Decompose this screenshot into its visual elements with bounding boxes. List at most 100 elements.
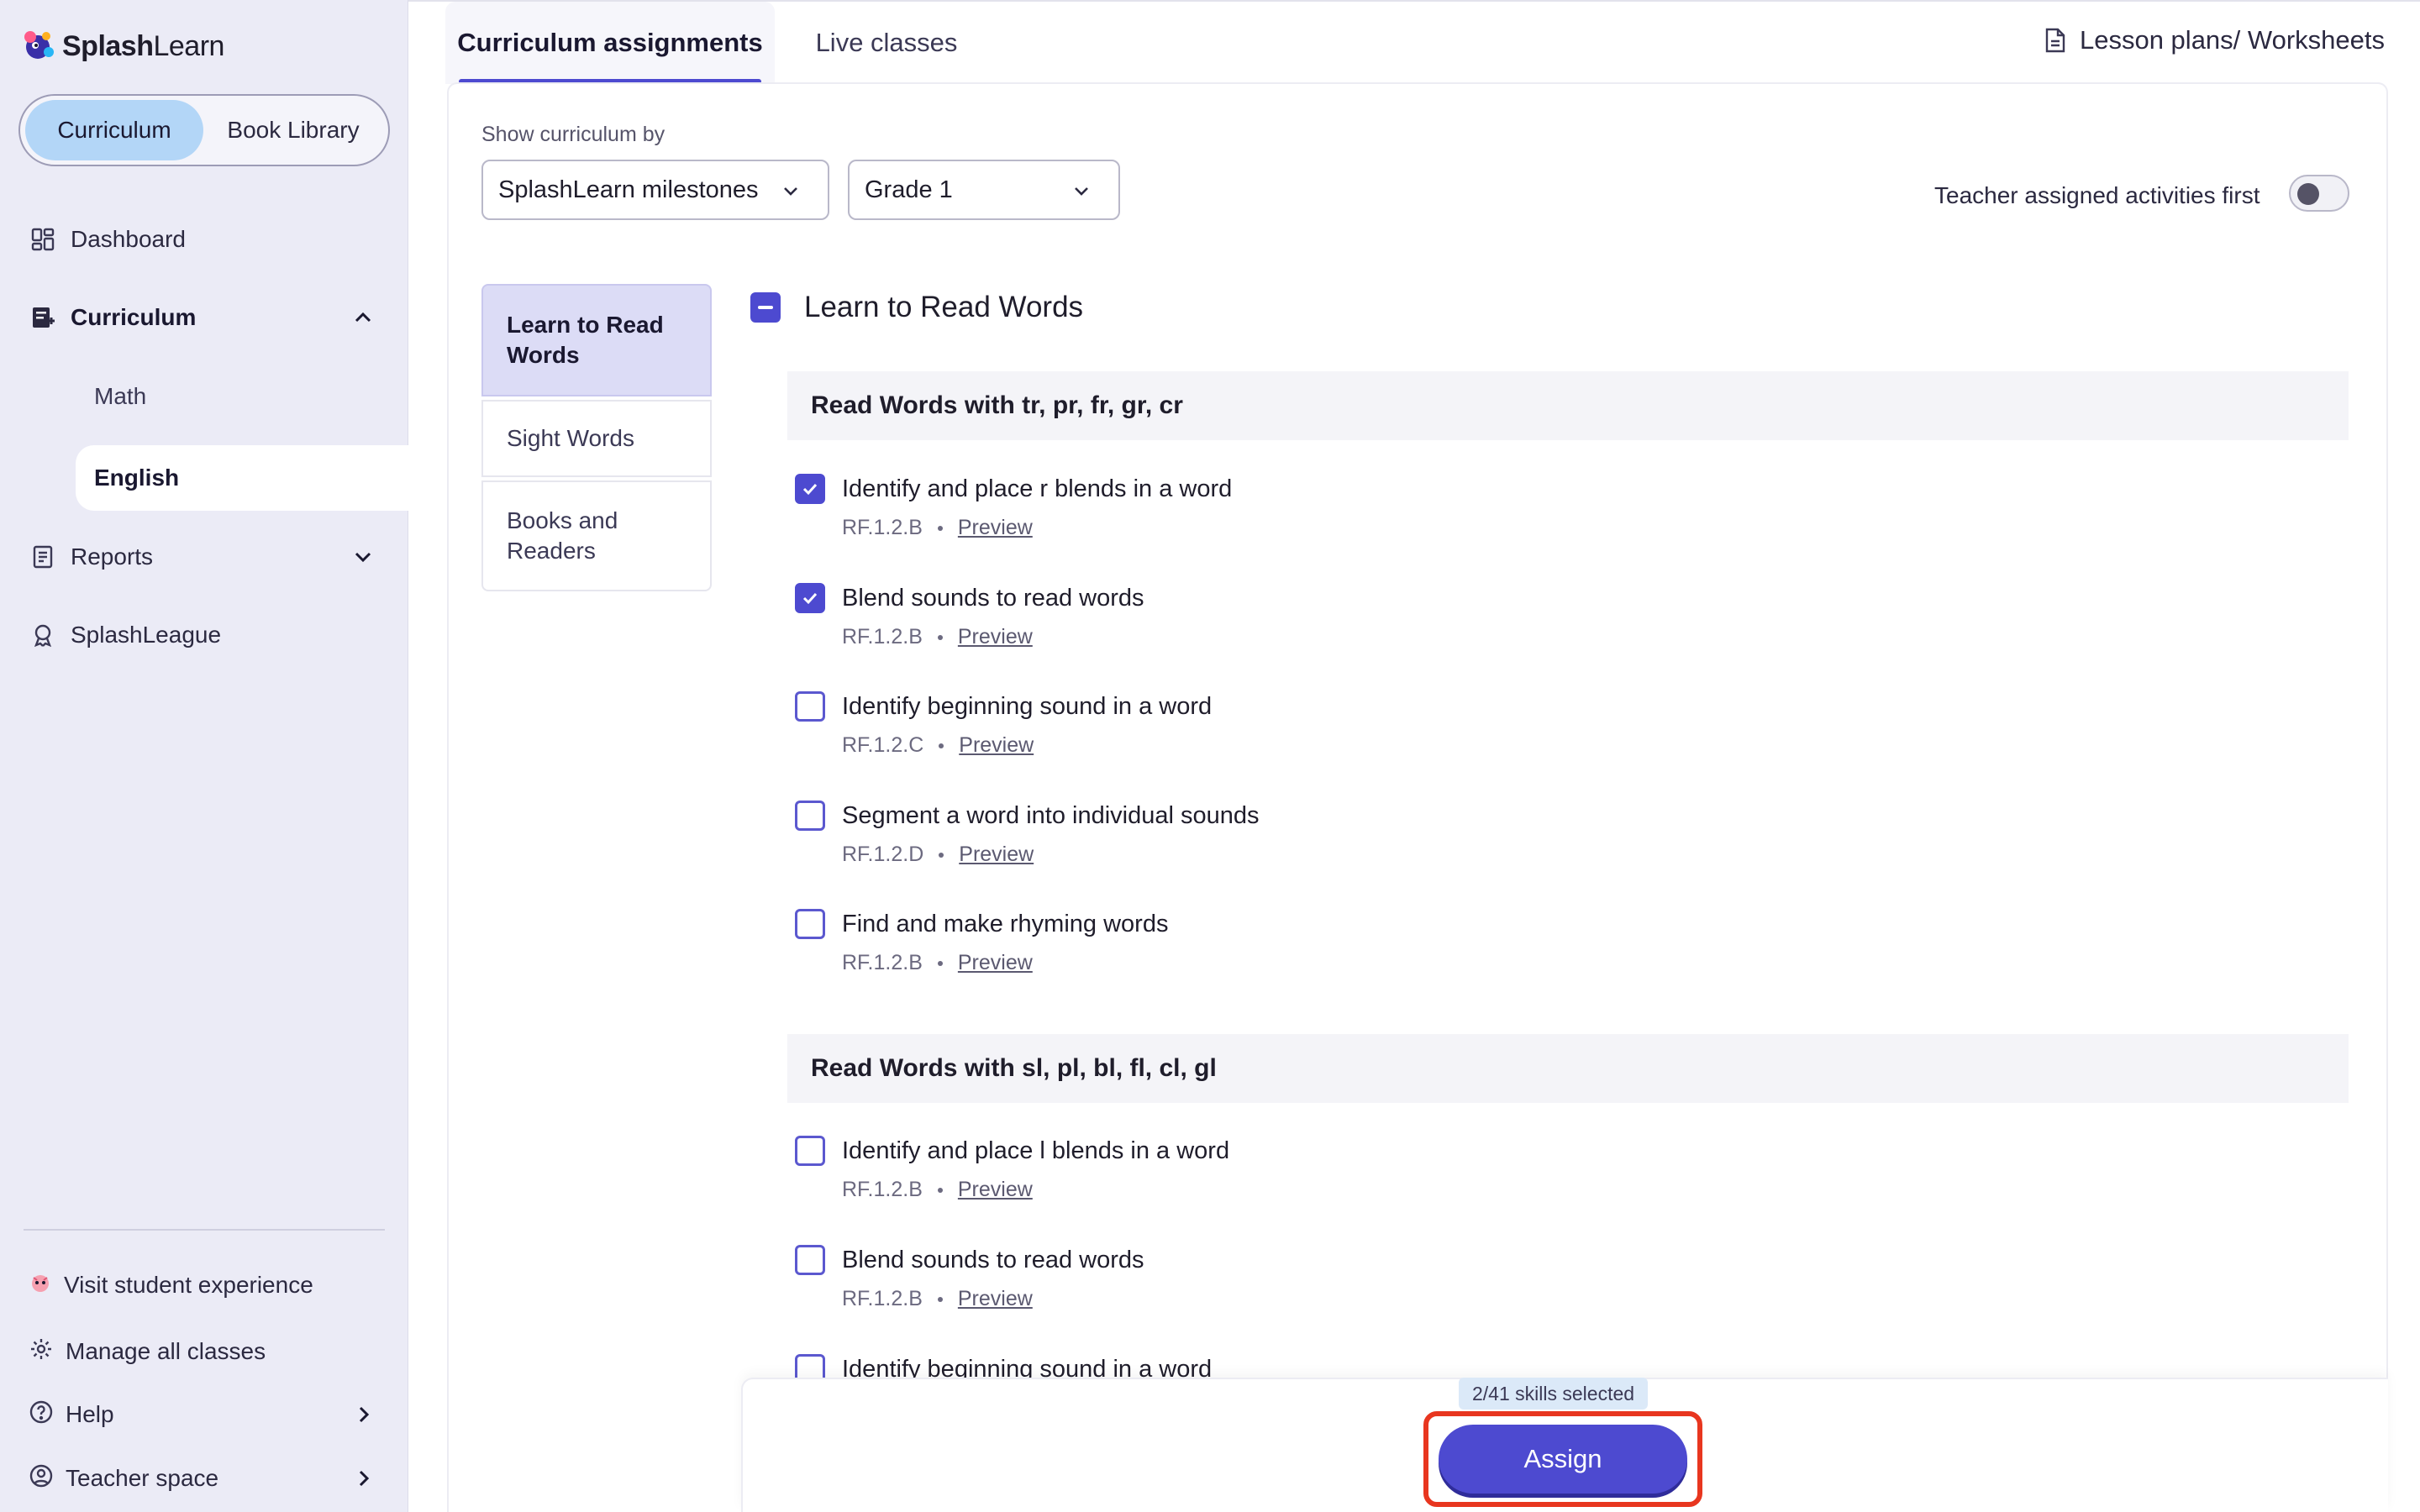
category-label: Books and Readers (507, 507, 618, 564)
separator-dot (937, 960, 943, 966)
separator-dot (937, 525, 943, 531)
separator-dot (939, 852, 944, 858)
skill-item: Identify and place l blends in a word RF… (795, 1136, 2055, 1202)
skill-checkbox[interactable] (795, 691, 825, 722)
logo-text: SplashLearn (62, 29, 224, 62)
lesson-plans-label: Lesson plans/ Worksheets (2079, 25, 2385, 55)
user-circle-icon (29, 1463, 54, 1494)
skill-checkbox[interactable] (795, 909, 825, 939)
checkmark-icon (802, 483, 818, 496)
category-learn-to-read-words[interactable]: Learn to Read Words (481, 284, 712, 396)
preview-link[interactable]: Preview (958, 951, 1033, 975)
curriculum-type-select[interactable]: SplashLearn milestones (481, 160, 829, 220)
chevron-down-icon[interactable] (350, 543, 376, 570)
skill-checkbox[interactable] (795, 801, 825, 831)
skill-name: Blend sounds to read words (842, 1246, 1144, 1273)
teacher-space-label: Teacher space (66, 1465, 219, 1491)
category-sight-words[interactable]: Sight Words (481, 400, 712, 477)
help-menu[interactable]: Help (0, 1389, 408, 1441)
skill-name: Blend sounds to read words (842, 584, 1144, 612)
skill-checkbox[interactable] (795, 1245, 825, 1275)
skill-standard-code: RF.1.2.B (842, 1178, 923, 1201)
category-label: Sight Words (507, 425, 634, 451)
chevron-down-icon (784, 187, 797, 196)
skill-name: Segment a word into individual sounds (842, 801, 1260, 829)
sidebar-item-curriculum[interactable]: Curriculum (0, 284, 408, 351)
skill-item: Identify and place r blends in a word RF… (795, 474, 2055, 540)
skill-checkbox[interactable] (795, 474, 825, 504)
sidebar-item-math[interactable]: Math (76, 364, 408, 429)
assign-button[interactable]: Assign (1439, 1425, 1687, 1494)
preview-link[interactable]: Preview (959, 733, 1034, 758)
skill-name: Identify beginning sound in a word (842, 692, 1213, 720)
tab-curriculum-assignments[interactable]: Curriculum assignments (445, 2, 775, 84)
sidebar-item-label: Curriculum (71, 304, 197, 330)
group-header: Learn to Read Words (750, 291, 1083, 324)
select-value: SplashLearn milestones (498, 176, 759, 203)
splashlearn-logo-icon (24, 31, 54, 59)
skill-standard-code: RF.1.2.C (842, 733, 924, 757)
teacher-assigned-first-label: Teacher assigned activities first (1934, 182, 2260, 208)
preview-link[interactable]: Preview (958, 625, 1033, 649)
section-title: Read Words with tr, pr, fr, gr, cr (811, 391, 1183, 419)
skill-item: Find and make rhyming words RF.1.2.B Pre… (795, 909, 2055, 975)
skill-item: Blend sounds to read words RF.1.2.B Prev… (795, 1245, 2055, 1311)
separator-dot (939, 743, 944, 748)
sidebar-item-label: SplashLeague (71, 622, 222, 648)
curriculum-icon (29, 303, 57, 332)
sidebar-item-splashleague[interactable]: SplashLeague (0, 601, 408, 669)
visit-student-experience-link[interactable]: Visit student experience (0, 1259, 408, 1311)
sidebar: SplashLearn Curriculum Book Library Dash… (0, 0, 408, 1512)
separator-dot (937, 634, 943, 640)
separator-dot (937, 1296, 943, 1302)
manage-all-classes-label: Manage all classes (66, 1338, 266, 1364)
document-icon (2045, 28, 2065, 53)
skill-checkbox[interactable] (795, 583, 825, 613)
teacher-assigned-first-toggle[interactable] (2289, 175, 2349, 212)
skill-standard-code: RF.1.2.B (842, 516, 923, 539)
preview-link[interactable]: Preview (959, 843, 1034, 867)
chevron-right-icon (359, 1406, 370, 1423)
tab-label: Live classes (815, 28, 958, 57)
book-library-segment-button[interactable]: Book Library (203, 100, 383, 160)
tab-live-classes[interactable]: Live classes (790, 2, 983, 84)
preview-link[interactable]: Preview (958, 516, 1033, 540)
skill-name: Identify and place r blends in a word (842, 475, 1233, 502)
category-books-and-readers[interactable]: Books and Readers (481, 480, 712, 591)
skill-name: Find and make rhyming words (842, 910, 1169, 937)
splashlearn-logo[interactable]: SplashLearn (18, 25, 224, 67)
preview-link[interactable]: Preview (958, 1178, 1033, 1202)
sidebar-item-label: Reports (71, 543, 154, 570)
chevron-up-icon[interactable] (350, 304, 376, 331)
skill-item: Blend sounds to read words RF.1.2.B Prev… (795, 583, 2055, 649)
skill-standard-code: RF.1.2.D (842, 843, 924, 866)
skill-standard-code: RF.1.2.B (842, 951, 923, 974)
skill-checkbox[interactable] (795, 1136, 825, 1166)
teacher-space-menu[interactable]: Teacher space (0, 1452, 408, 1504)
skill-item: Segment a word into individual sounds RF… (795, 801, 2055, 867)
chevron-down-icon (1075, 187, 1088, 196)
manage-all-classes-link[interactable]: Manage all classes (0, 1326, 408, 1378)
checkmark-icon (802, 592, 818, 605)
curriculum-segment-button[interactable]: Curriculum (25, 100, 203, 160)
grade-select[interactable]: Grade 1 (848, 160, 1120, 220)
top-tab-bar: Curriculum assignments Live classes Less… (408, 0, 2420, 84)
sidebar-item-english[interactable]: English (76, 445, 408, 511)
help-icon (29, 1399, 54, 1431)
lesson-plans-worksheets-link[interactable]: Lesson plans/ Worksheets (2043, 25, 2385, 55)
skill-item: Identify beginning sound in a word RF.1.… (795, 691, 2055, 758)
sidebar-item-dashboard[interactable]: Dashboard (0, 206, 408, 273)
preview-link[interactable]: Preview (958, 1287, 1033, 1311)
student-avatar-icon (29, 1271, 52, 1300)
category-label: Learn to Read Words (507, 312, 664, 368)
sidebar-item-reports[interactable]: Reports (0, 523, 408, 591)
select-value: Grade 1 (865, 176, 953, 203)
toggle-knob (2297, 183, 2319, 205)
collapse-group-checkbox[interactable] (750, 292, 781, 323)
skills-selected-badge: 2/41 skills selected (1459, 1378, 1649, 1410)
section-header: Read Words with tr, pr, fr, gr, cr (787, 371, 2349, 440)
dashboard-icon (29, 225, 57, 254)
reports-icon (29, 543, 57, 571)
chevron-right-icon (359, 1470, 370, 1487)
skill-name: Identify and place l blends in a word (842, 1137, 1230, 1164)
